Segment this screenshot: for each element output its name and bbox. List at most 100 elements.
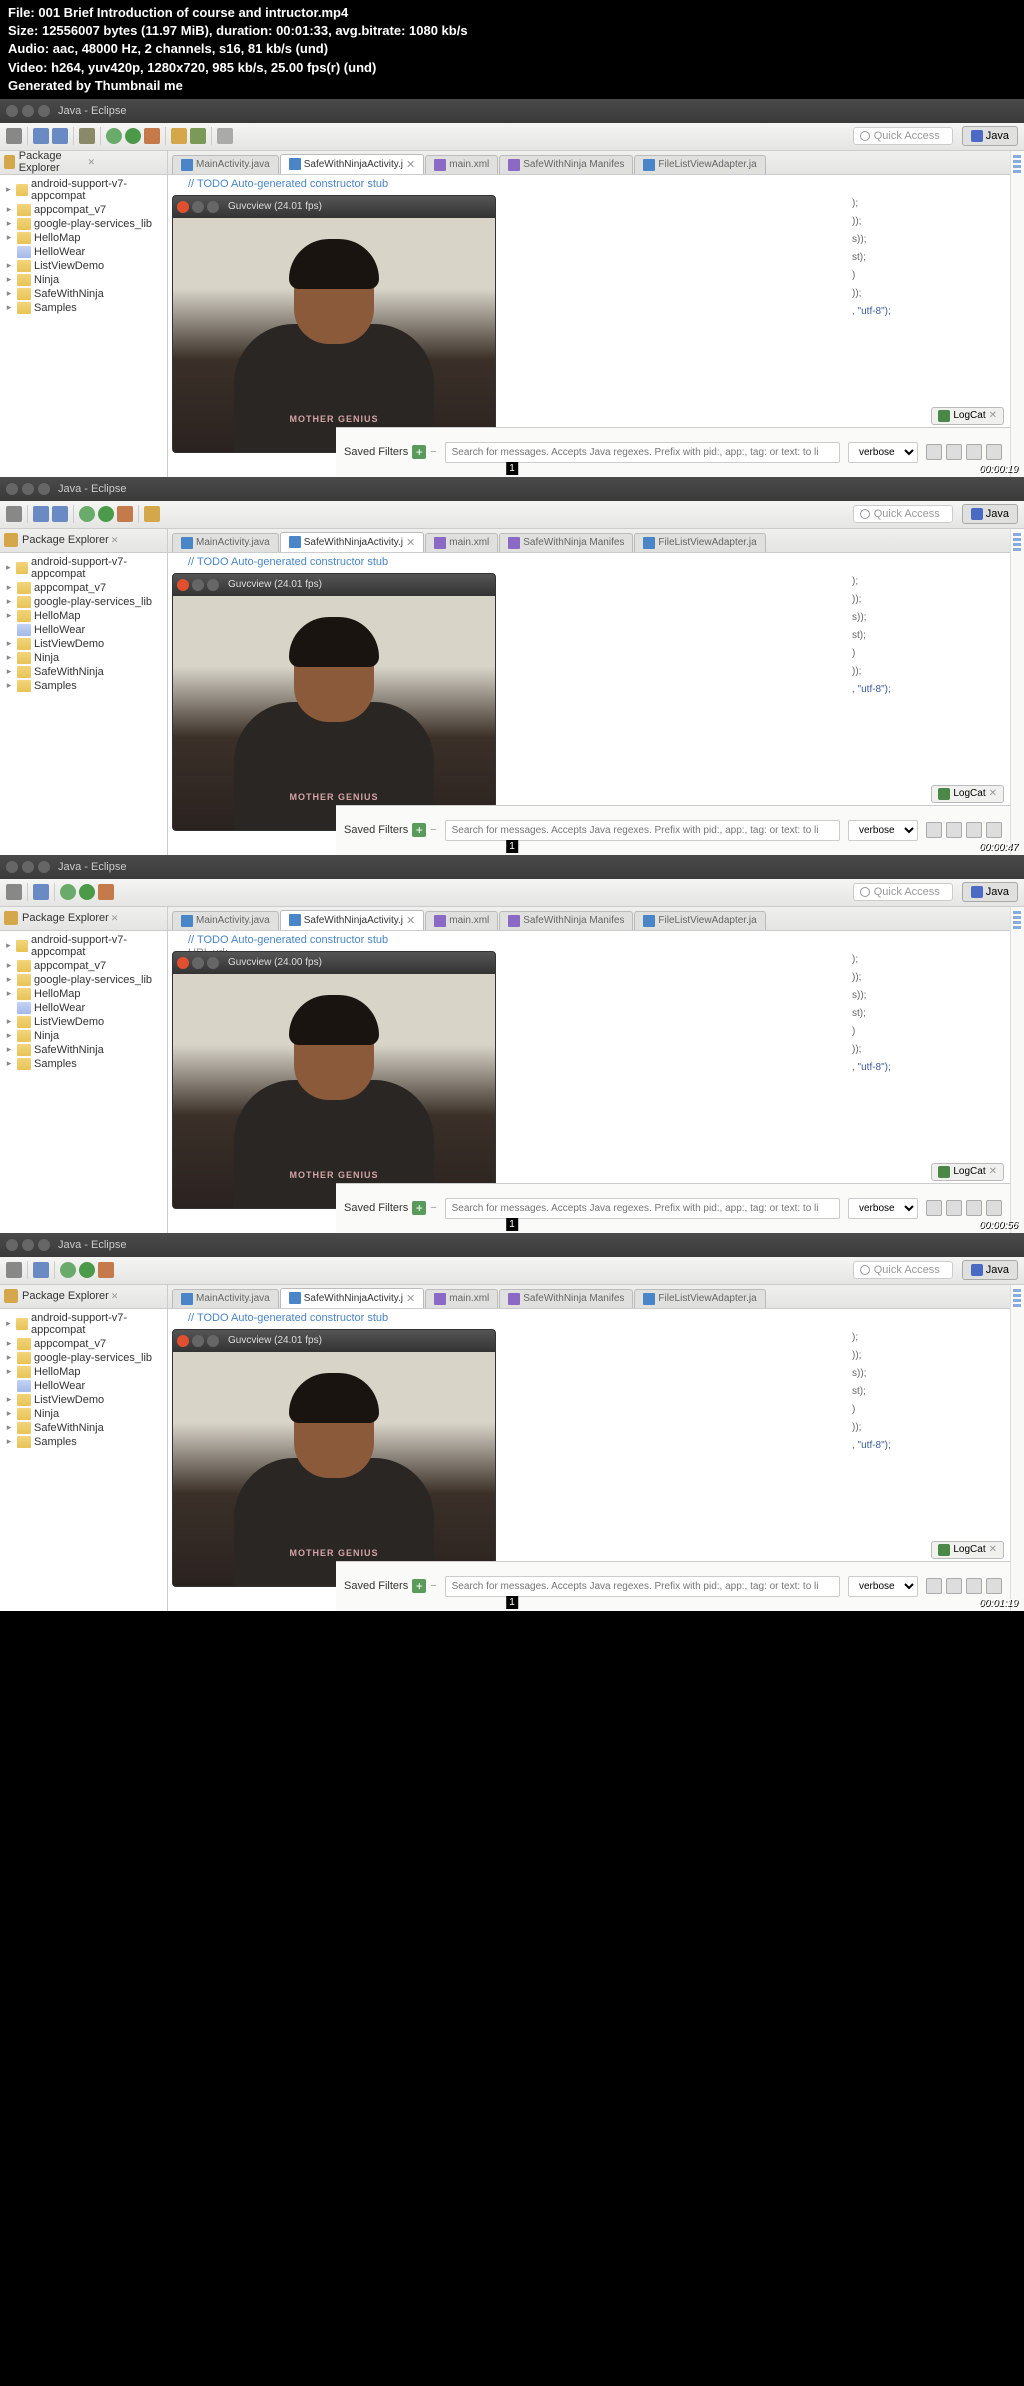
logcat-tab[interactable]: LogCat ✕	[931, 1541, 1004, 1559]
tree-item[interactable]: ▸HelloMap	[0, 1365, 167, 1379]
toolbar-icon[interactable]	[6, 128, 22, 144]
perspective-switcher[interactable]: Java	[962, 882, 1018, 902]
clear-log-icon[interactable]	[946, 1200, 962, 1216]
log-level-select[interactable]: verbose	[848, 820, 918, 841]
close-icon[interactable]	[177, 957, 189, 969]
code-editor[interactable]: // TODO Auto-generated constructor stub	[168, 553, 1010, 573]
logcat-search-input[interactable]	[445, 820, 840, 841]
tree-item[interactable]: ▸android-support-v7-appcompat	[0, 555, 167, 581]
editor-tab[interactable]: main.xml	[425, 533, 498, 552]
editor-tab[interactable]: SafeWithNinja Manifes	[499, 533, 633, 552]
maximize-icon[interactable]	[151, 156, 163, 168]
save-log-icon[interactable]	[926, 822, 942, 838]
logcat-search-input[interactable]	[445, 1576, 840, 1597]
logcat-tab[interactable]: LogCat ✕	[931, 407, 1004, 425]
collapse-icon[interactable]	[95, 156, 107, 168]
scroll-lock-icon[interactable]	[966, 1578, 982, 1594]
logcat-search-input[interactable]	[445, 442, 840, 463]
add-filter-button[interactable]: +	[412, 823, 426, 837]
close-icon[interactable]	[6, 105, 18, 117]
remove-filter-button[interactable]: −	[430, 1202, 436, 1214]
tree-item[interactable]: ▸google-play-services_lib	[0, 1351, 167, 1365]
tree-item[interactable]: ▸ListViewDemo	[0, 1393, 167, 1407]
clear-log-icon[interactable]	[946, 444, 962, 460]
scroll-lock-icon[interactable]	[966, 1200, 982, 1216]
logcat-tab[interactable]: LogCat ✕	[931, 785, 1004, 803]
quick-access-input[interactable]: Quick Access	[853, 883, 953, 901]
minimize-icon[interactable]	[22, 1239, 34, 1251]
tree-item[interactable]: ▸Samples	[0, 1057, 167, 1071]
menu-icon[interactable]	[151, 912, 163, 924]
tree-item[interactable]: ▸HelloMap	[0, 987, 167, 1001]
tree-item[interactable]: ▸HelloWear	[0, 1001, 167, 1015]
close-icon[interactable]: ✕	[87, 157, 95, 168]
tree-item[interactable]: ▸Samples	[0, 301, 167, 315]
close-icon[interactable]: ✕	[406, 914, 415, 927]
logcat-tab[interactable]: LogCat ✕	[931, 1163, 1004, 1181]
logcat-search-input[interactable]	[445, 1198, 840, 1219]
debug-icon[interactable]	[60, 1262, 76, 1278]
scroll-lock-icon[interactable]	[966, 822, 982, 838]
editor-tab[interactable]: MainActivity.java	[172, 155, 279, 174]
maximize-icon[interactable]	[207, 957, 219, 969]
tree-item[interactable]: ▸google-play-services_lib	[0, 595, 167, 609]
perspective-switcher[interactable]: Java	[962, 1260, 1018, 1280]
run-icon[interactable]	[79, 1262, 95, 1278]
toolbar-icon[interactable]	[6, 884, 22, 900]
maximize-icon[interactable]	[207, 579, 219, 591]
tree-item[interactable]: ▸appcompat_v7	[0, 203, 167, 217]
minimize-icon[interactable]	[22, 861, 34, 873]
run-icon[interactable]	[79, 884, 95, 900]
toolbar-icon[interactable]	[6, 506, 22, 522]
new-package-icon[interactable]	[144, 506, 160, 522]
external-icon[interactable]	[98, 884, 114, 900]
debug-icon[interactable]	[79, 506, 95, 522]
remove-filter-button[interactable]: −	[430, 824, 436, 836]
tree-item[interactable]: ▸android-support-v7-appcompat	[0, 933, 167, 959]
minimize-icon[interactable]	[22, 105, 34, 117]
code-editor[interactable]: // TODO Auto-generated constructor stub …	[168, 931, 1010, 951]
export-icon[interactable]	[986, 1578, 1002, 1594]
tree-item[interactable]: ▸ListViewDemo	[0, 1015, 167, 1029]
quick-access-input[interactable]: Quick Access	[853, 1261, 953, 1279]
tree-item[interactable]: ▸android-support-v7-appcompat	[0, 1311, 167, 1337]
new-class-icon[interactable]	[190, 128, 206, 144]
maximize-icon[interactable]	[207, 201, 219, 213]
editor-tab-active[interactable]: SafeWithNinjaActivity.j✕	[280, 532, 425, 552]
close-icon[interactable]	[177, 1335, 189, 1347]
add-filter-button[interactable]: +	[412, 445, 426, 459]
editor-tab[interactable]: FileListViewAdapter.ja	[634, 533, 765, 552]
save-log-icon[interactable]	[926, 1578, 942, 1594]
code-editor[interactable]: // TODO Auto-generated constructor stub	[168, 1309, 1010, 1329]
save-all-icon[interactable]	[52, 128, 68, 144]
tree-item[interactable]: ▸Samples	[0, 679, 167, 693]
tree-item[interactable]: ▸Samples	[0, 1435, 167, 1449]
save-icon[interactable]	[33, 884, 49, 900]
tree-item[interactable]: ▸appcompat_v7	[0, 581, 167, 595]
search-icon[interactable]	[217, 128, 233, 144]
maximize-icon[interactable]	[38, 1239, 50, 1251]
quick-access-input[interactable]: Quick Access	[853, 505, 953, 523]
minimize-icon[interactable]	[192, 957, 204, 969]
code-editor[interactable]: // TODO Auto-generated constructor stub	[168, 175, 1010, 195]
run-icon[interactable]	[125, 128, 141, 144]
minimize-icon[interactable]	[22, 483, 34, 495]
close-icon[interactable]	[6, 483, 18, 495]
tree-item[interactable]: ▸SafeWithNinja	[0, 1043, 167, 1057]
tree-item[interactable]: ▸Ninja	[0, 273, 167, 287]
minimize-icon[interactable]	[192, 201, 204, 213]
clear-log-icon[interactable]	[946, 1578, 962, 1594]
debug-icon[interactable]	[106, 128, 122, 144]
minimize-icon[interactable]	[137, 156, 149, 168]
editor-tab[interactable]: SafeWithNinja Manifes	[499, 155, 633, 174]
editor-tab-active[interactable]: SafeWithNinjaActivity.j✕	[280, 910, 425, 930]
perspective-switcher[interactable]: Java	[962, 504, 1018, 524]
quick-access-input[interactable]: Quick Access	[853, 127, 953, 145]
close-icon[interactable]: ✕	[989, 1544, 997, 1555]
tree-item[interactable]: ▸google-play-services_lib	[0, 973, 167, 987]
export-icon[interactable]	[986, 1200, 1002, 1216]
tree-item[interactable]: ▸appcompat_v7	[0, 1337, 167, 1351]
remove-filter-button[interactable]: −	[430, 1580, 436, 1592]
maximize-icon[interactable]	[207, 1335, 219, 1347]
maximize-icon[interactable]	[38, 105, 50, 117]
